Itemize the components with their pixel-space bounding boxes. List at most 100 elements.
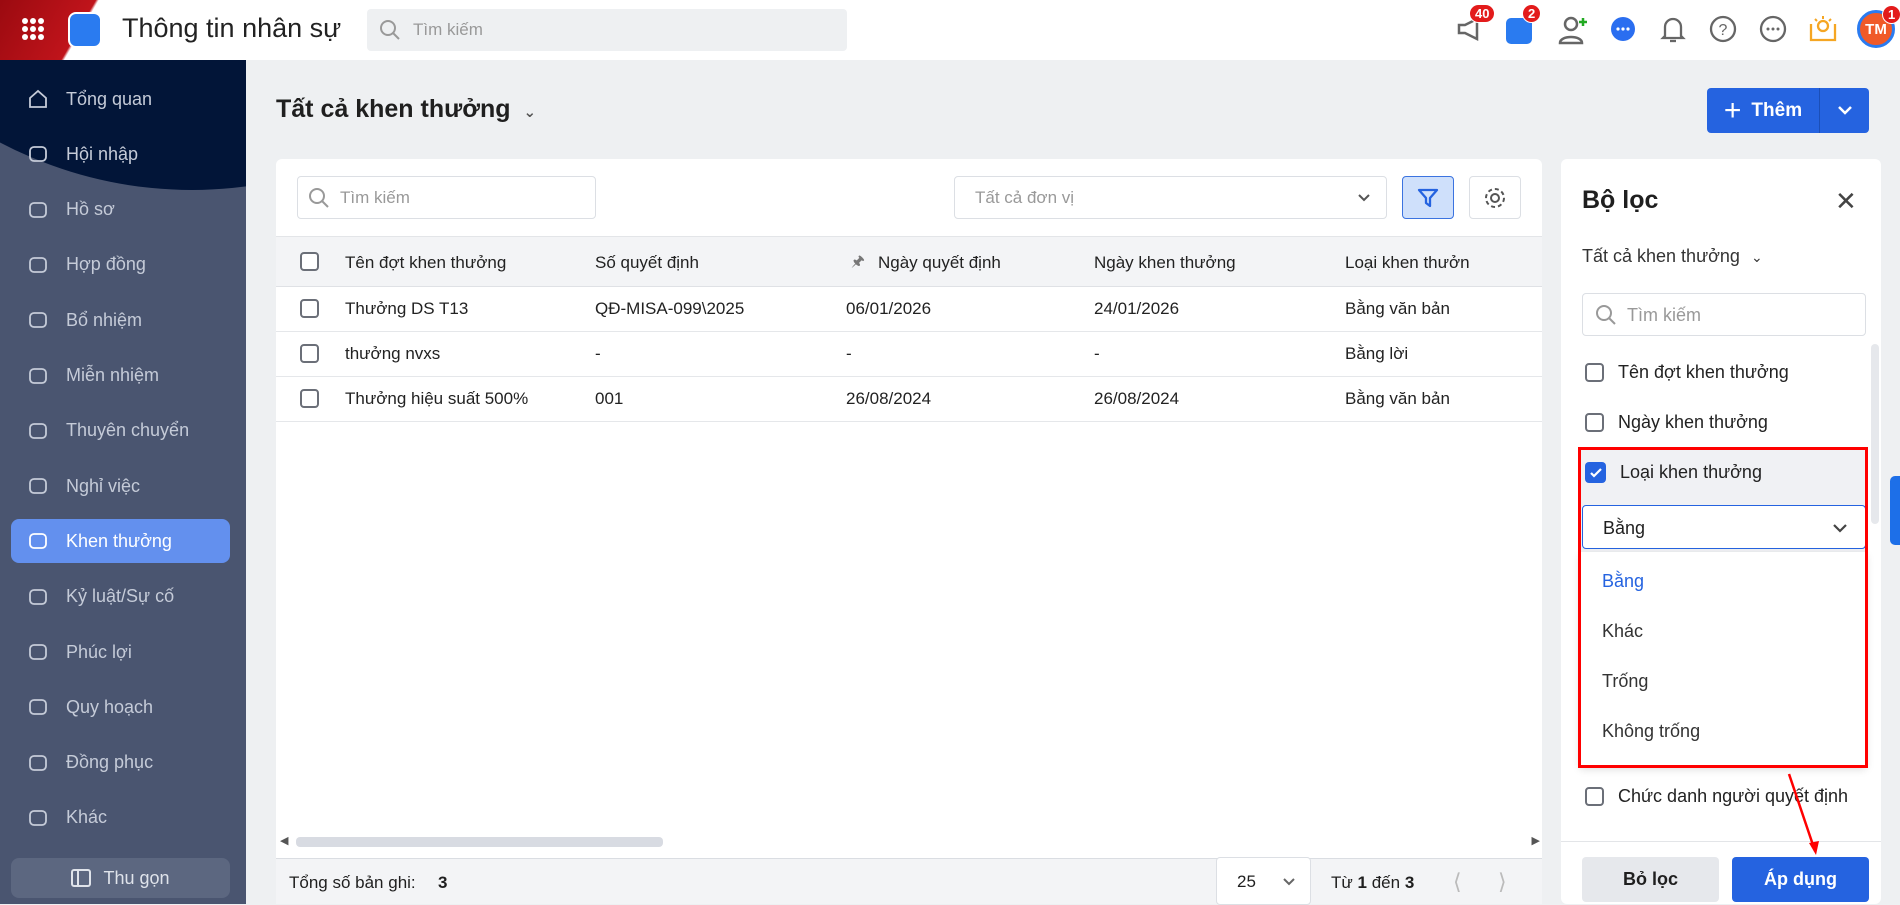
avatar[interactable]: TM 1 [1857, 5, 1900, 48]
checkbox[interactable] [1585, 787, 1604, 806]
table-cell: Bằng văn bản [1345, 389, 1450, 408]
idea-icon[interactable] [1808, 14, 1840, 46]
sidebar-item-label: Hội nhập [66, 143, 139, 164]
filter-scrollbar[interactable] [1871, 344, 1879, 524]
top-bar: Thông tin nhân sự Tìm kiếm 40 2 ? TM 1 [0, 0, 1900, 60]
team-icon [29, 146, 47, 163]
side-tab[interactable] [1890, 476, 1900, 545]
table-cell: Bằng lời [1345, 344, 1409, 363]
apps-grid-icon[interactable] [22, 18, 44, 40]
column-settings-button[interactable] [1469, 176, 1521, 219]
users-icon [29, 699, 47, 716]
table-cell: Thưởng hiệu suất 500% [345, 389, 529, 408]
megaphone-icon[interactable]: 40 [1455, 4, 1496, 46]
column-header[interactable]: Số quyết định [595, 253, 699, 273]
table-header: Tên đợt khen thưởng Số quyết định 🖈 Ngày… [276, 236, 1542, 287]
next-page-icon[interactable]: ⟩ [1498, 869, 1507, 895]
table-cell: Bằng văn bản [1345, 299, 1450, 318]
row-checkbox[interactable] [300, 344, 319, 363]
contract-icon [29, 256, 47, 273]
search-icon [309, 188, 329, 208]
gear-icon [1485, 187, 1505, 208]
table-cell: 001 [595, 389, 624, 408]
sidebar-item-label: Miễn nhiệm [66, 365, 160, 385]
prev-page-icon[interactable]: ⟨ [1453, 869, 1462, 895]
add-options-dropdown[interactable] [1819, 88, 1869, 133]
filter-search-input[interactable]: Tìm kiếm [1582, 293, 1866, 336]
sidebar-item[interactable]: Bổ nhiệm [11, 298, 230, 342]
divider [1561, 841, 1881, 842]
checkbox[interactable] [1585, 363, 1604, 382]
shield-x-icon [29, 588, 47, 605]
dots-icon [29, 809, 47, 826]
filter-field-ngay-khen-thuong[interactable]: Ngày khen thưởng [1585, 412, 1768, 433]
plus-icon: + [1723, 93, 1742, 127]
sidebar-item-label: Kỷ luật/Sự cố [66, 586, 175, 607]
page-title[interactable]: Tất cả khen thưởng ⌄ [276, 95, 536, 124]
sidebar-item-label: Khác [66, 807, 108, 828]
filter-scope-select[interactable]: Tất cả khen thưởng ⌄ [1582, 246, 1763, 267]
add-user-icon[interactable] [1557, 14, 1589, 46]
chevron-down-icon: ⌄ [523, 104, 537, 121]
clear-filter-button[interactable]: Bỏ lọc [1582, 857, 1719, 902]
sidebar-item-label: Quy hoạch [66, 696, 154, 717]
more-icon[interactable] [1758, 14, 1790, 46]
sidebar-item[interactable]: Phúc lợi [11, 630, 230, 674]
row-checkbox[interactable] [300, 299, 319, 318]
chevron-down-icon [1358, 194, 1370, 202]
table-cell: 26/08/2024 [1094, 389, 1180, 408]
column-header[interactable]: Ngày khen thưởng [1094, 253, 1236, 273]
pin-icon[interactable]: 🖈 [851, 251, 865, 276]
chat-icon[interactable] [1608, 14, 1640, 46]
sidebar-item[interactable]: Tổng quan [11, 77, 230, 121]
filter-icon [1417, 188, 1439, 207]
filter-button[interactable] [1402, 176, 1454, 219]
table-search-input[interactable]: Tìm kiếm [297, 176, 596, 219]
holiday-banner [0, 0, 125, 60]
sidebar-item[interactable]: Đồng phục [11, 741, 230, 785]
sidebar-item[interactable]: Hội nhập [11, 132, 230, 176]
search-icon [1596, 305, 1616, 325]
annotation-arrow [1787, 773, 1819, 855]
sidebar-item[interactable]: Khen thưởng [11, 519, 230, 564]
checkbox[interactable] [1585, 413, 1604, 432]
sidebar-item[interactable]: Thuyên chuyển [11, 409, 230, 453]
sidebar-item[interactable]: Nghỉ việc [11, 464, 230, 508]
page-size-select[interactable]: 25 [1216, 857, 1311, 905]
filter-field-ten-dot[interactable]: Tên đợt khen thưởng [1585, 362, 1789, 383]
add-button[interactable]: + Thêm [1707, 88, 1869, 133]
horizontal-scrollbar[interactable]: ◀ ▶ [280, 835, 1540, 848]
close-icon[interactable]: ✕ [1835, 186, 1857, 217]
sidebar-item-label: Hợp đồng [66, 254, 146, 275]
sidebar-item[interactable]: Khác [11, 796, 230, 840]
collapse-sidebar-button[interactable]: Thu gọn [11, 858, 230, 898]
table-row[interactable]: thưởng nvxs - - - Bằng lời [276, 332, 1542, 377]
table-cell: 24/01/2026 [1094, 299, 1180, 318]
row-checkbox[interactable] [300, 389, 319, 408]
column-header[interactable]: Ngày quyết định [878, 253, 1001, 273]
sidebar-item[interactable]: Kỷ luật/Sự cố [11, 575, 230, 619]
sidebar-item[interactable]: Miễn nhiệm [11, 354, 230, 398]
user-x-icon [29, 478, 47, 494]
sidebar-item-label: Tổng quan [66, 88, 153, 109]
select-all-checkbox[interactable] [300, 252, 319, 271]
sidebar: Tổng quan Hội nhập Hồ sơ Hợp đồng Bổ nhiệm Mi… [0, 60, 246, 904]
svg-text:?: ? [1719, 22, 1728, 39]
user-plus-icon [29, 312, 47, 329]
home-icon [29, 89, 47, 108]
global-search-input[interactable]: Tìm kiếm [367, 9, 847, 51]
column-header[interactable]: Loại khen thưởn [1345, 253, 1470, 273]
table-footer: Tổng số bản ghi: 3 25 Từ 1 đến 3 ⟨ ⟩ [276, 857, 1542, 905]
sidebar-item-label: Khen thưởng [66, 530, 172, 551]
column-header[interactable]: Tên đợt khen thưởng [345, 253, 506, 273]
cart-icon[interactable]: 2 [1506, 4, 1542, 46]
table-row[interactable]: Thưởng DS T13 QĐ-MISA-099\2025 06/01/2026 2… [276, 287, 1542, 332]
sidebar-item[interactable]: Hợp đồng [11, 243, 230, 287]
table-cell: Thưởng DS T13 [345, 299, 469, 318]
table-row[interactable]: Thưởng hiệu suất 500% 001 26/08/2024 26/08/… [276, 377, 1542, 422]
help-icon[interactable]: ? [1708, 14, 1740, 46]
bell-icon[interactable] [1658, 14, 1690, 46]
sidebar-item[interactable]: Hồ sơ [11, 188, 230, 232]
unit-select[interactable]: Tất cả đơn vị [954, 176, 1387, 219]
sidebar-item[interactable]: Quy hoạch [11, 685, 230, 729]
